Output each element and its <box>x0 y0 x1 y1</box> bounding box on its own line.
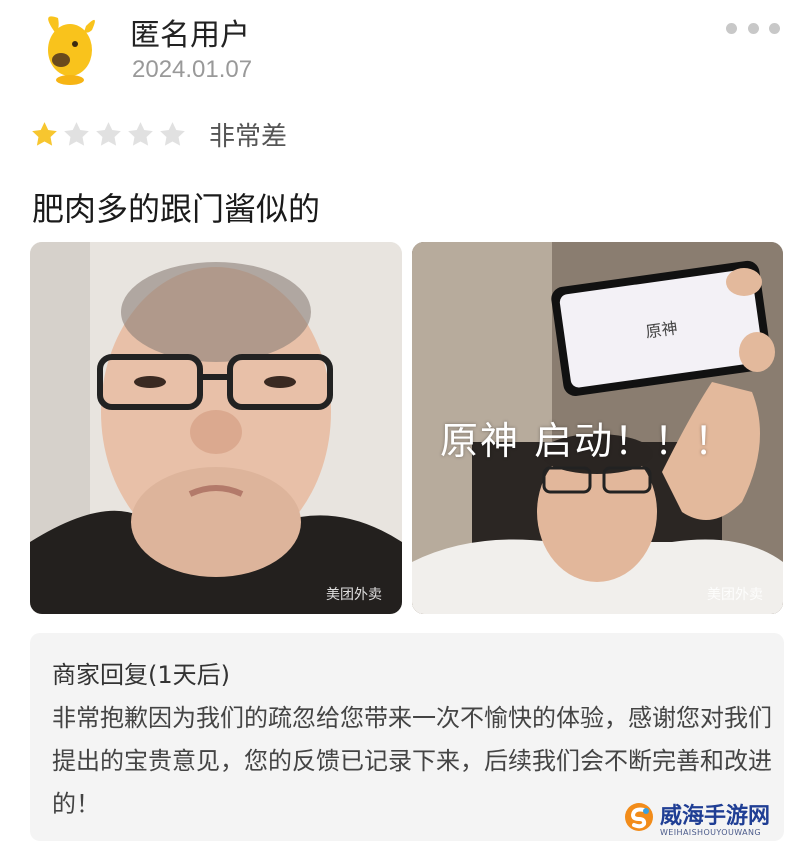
merchant-reply-title: 商家回复(1天后) <box>52 661 230 689</box>
star-empty-icon <box>64 121 89 146</box>
site-logo-icon <box>625 803 653 831</box>
user-name: 匿名用户 <box>130 18 250 53</box>
rating-label: 非常差 <box>209 121 288 152</box>
site-watermark-title: 威海手游网 <box>660 804 771 829</box>
more-dot <box>747 22 759 34</box>
review-photo-2[interactable]: 原神 原神 启动！！！ 美团外卖 <box>412 242 783 614</box>
site-watermark-subtitle: WEIHAISHOUYOUWANG <box>660 828 761 837</box>
person-photo-illustration <box>30 242 402 614</box>
star-empty-icon <box>96 121 121 146</box>
star-rating <box>30 120 187 149</box>
star-empty-icon <box>128 121 153 146</box>
yellow-dog-avatar-icon <box>48 16 95 85</box>
review-photo-1[interactable]: 美团外卖 <box>30 242 402 614</box>
more-dot <box>769 22 780 34</box>
more-dot <box>726 22 737 34</box>
review-text: 肥肉多的跟门酱似的 <box>32 190 321 228</box>
review-header: 匿名用户 2024.01.07 <box>0 0 800 100</box>
avatar[interactable] <box>30 8 110 88</box>
review-date: 2024.01.07 <box>132 56 253 83</box>
meme-caption: 原神 启动！！！ <box>440 419 735 463</box>
photo-watermark: 美团外卖 <box>707 587 763 603</box>
photo-watermark: 美团外卖 <box>326 587 382 603</box>
more-options-button[interactable] <box>726 18 780 38</box>
rating-row: 非常差 <box>30 116 287 152</box>
star-filled-icon <box>32 121 57 146</box>
site-watermark: 威海手游网 WEIHAISHOUYOUWANG <box>624 794 790 844</box>
star-empty-icon <box>160 121 185 146</box>
